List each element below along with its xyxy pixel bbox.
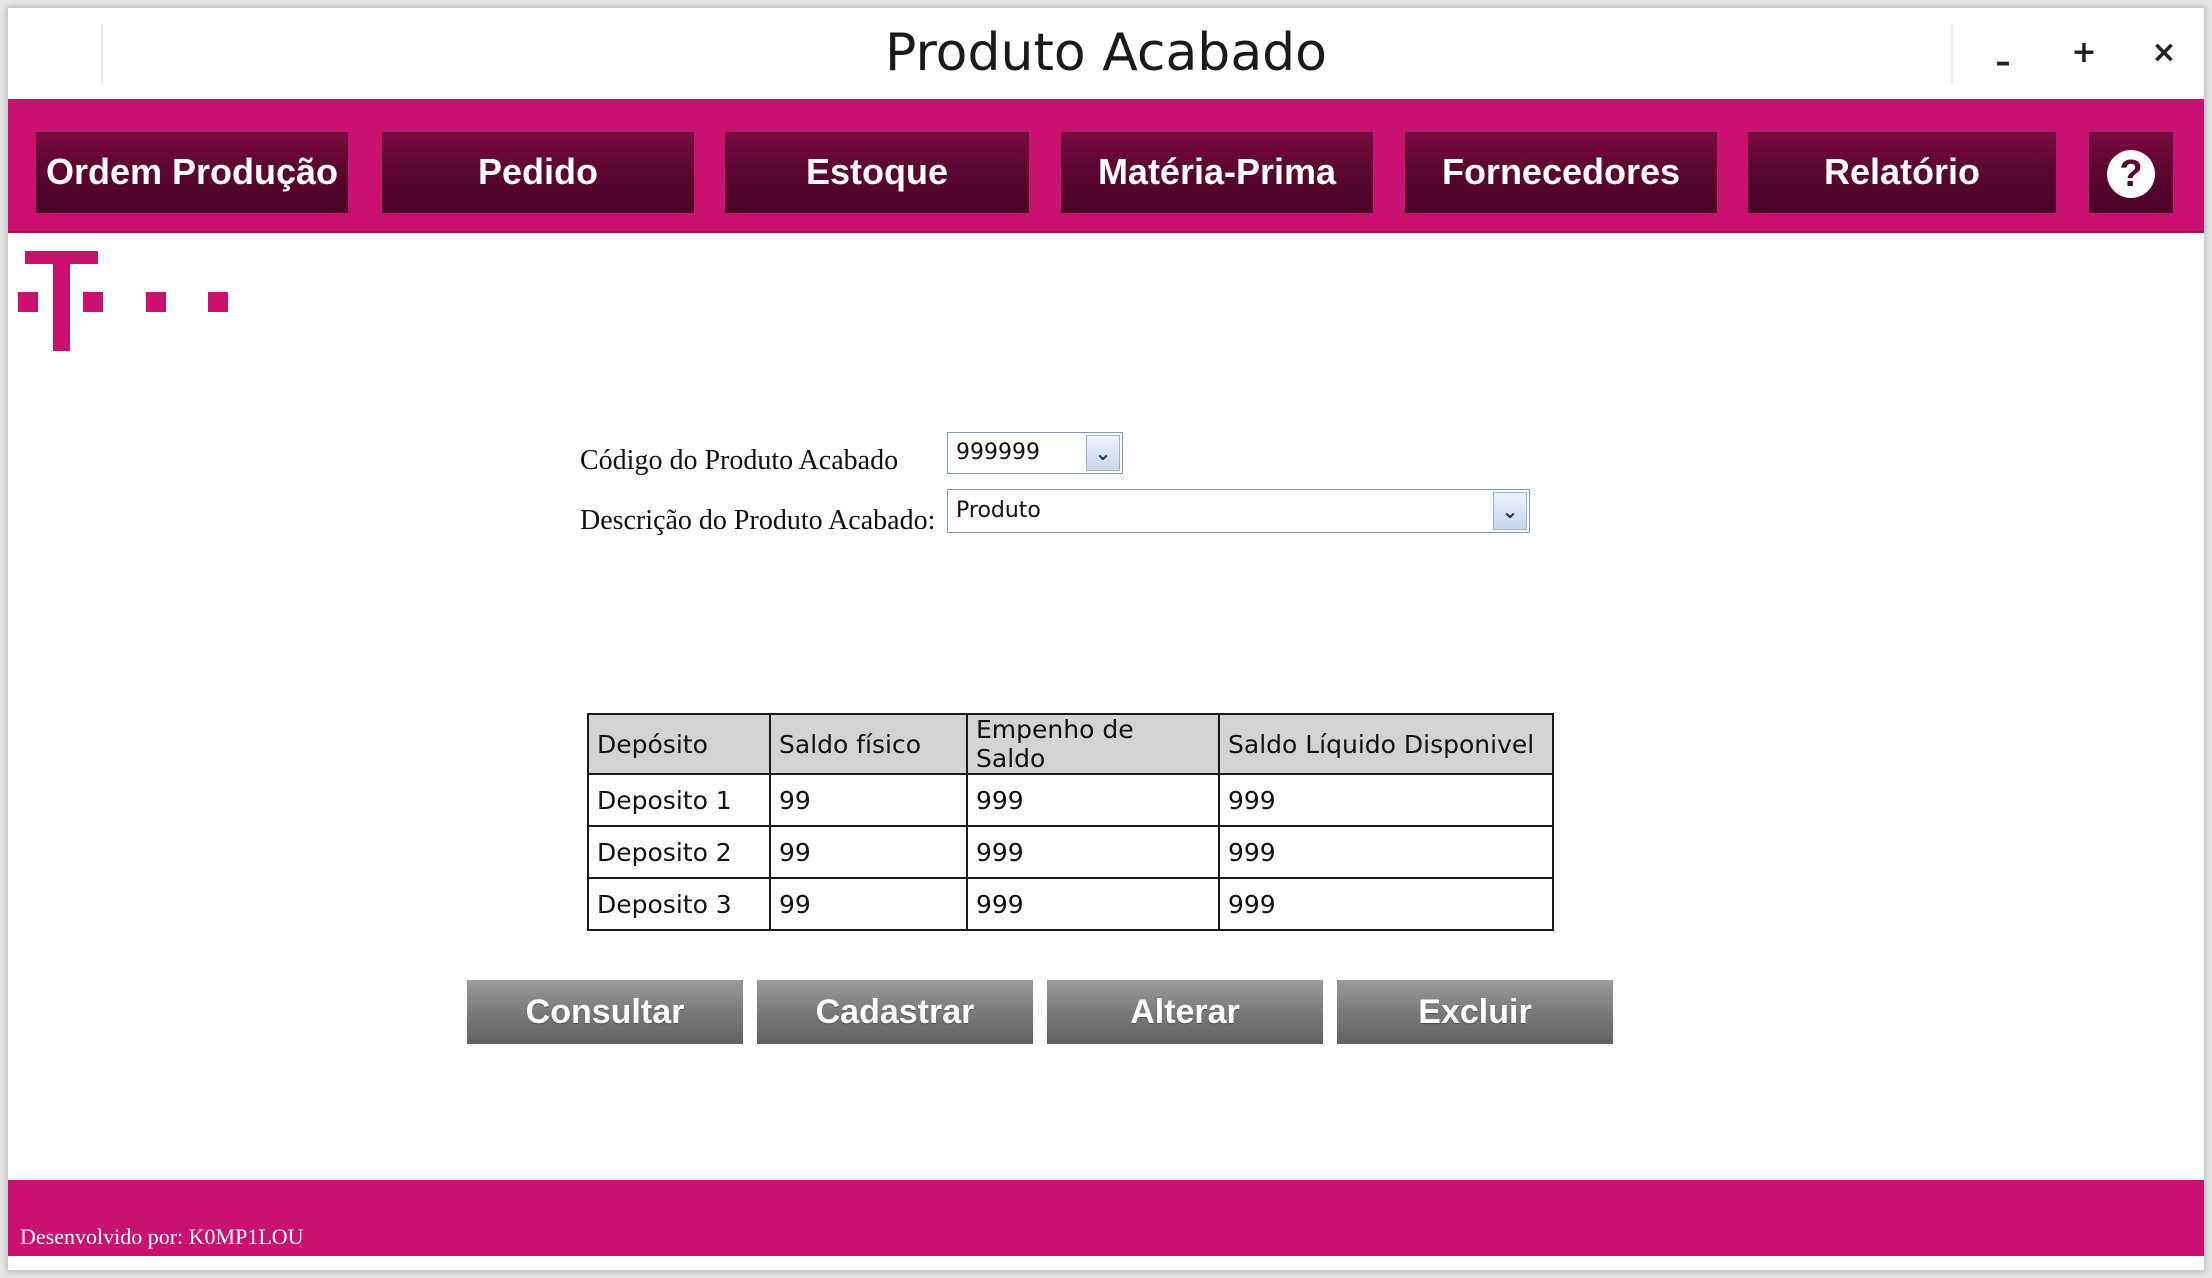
help-button[interactable]: ? (2089, 131, 2173, 213)
logo-dot (83, 292, 103, 312)
footer-bar: Desenvolvido por: K0MP1LOU (8, 1180, 2204, 1256)
title-bar: Produto Acabado – + × (8, 8, 2204, 100)
column-header-saldo-liquido: Saldo Líquido Disponivel (1218, 713, 1554, 775)
menu-ordem-producao[interactable]: Ordem Produção (36, 131, 348, 213)
stock-table: Depósito Saldo físico Empenho de Saldo S… (587, 713, 1554, 931)
table-cell: 999 (966, 773, 1220, 827)
table-row[interactable]: Deposito 1 99 999 999 (587, 773, 1554, 827)
column-header-empenho: Empenho de Saldo (966, 713, 1220, 775)
descricao-produto-dropdown[interactable]: Produto ⌄ (947, 489, 1530, 533)
consultar-button[interactable]: Consultar (467, 980, 743, 1044)
table-cell: 999 (1218, 877, 1554, 931)
app-window: Produto Acabado – + × Ordem Produção Ped… (7, 7, 2205, 1271)
menu-fornecedores[interactable]: Fornecedores (1405, 131, 1717, 213)
codigo-produto-dropdown[interactable]: 999999 ⌄ (947, 432, 1123, 474)
table-cell: 99 (769, 877, 968, 931)
minimize-button[interactable]: – (1975, 38, 2031, 88)
footer-credit: Desenvolvido por: K0MP1LOU (20, 1224, 304, 1249)
close-button[interactable]: × (2136, 28, 2192, 78)
table-cell: 99 (769, 825, 968, 879)
table-cell: 999 (966, 877, 1220, 931)
chevron-down-icon: ⌄ (1086, 435, 1120, 471)
window-title: Produto Acabado (885, 23, 1327, 83)
logo-dot (146, 292, 166, 312)
title-bar-separator (1951, 24, 1953, 84)
menu-relatorio[interactable]: Relatório (1748, 131, 2056, 213)
codigo-label: Código do Produto Acabado (580, 445, 899, 476)
table-cell: 99 (769, 773, 968, 827)
descricao-produto-value: Produto (956, 498, 1041, 523)
table-cell: 999 (1218, 825, 1554, 879)
logo-dot (18, 292, 38, 312)
column-header-deposito: Depósito (587, 713, 771, 775)
main-menu-bar: Ordem Produção Pedido Estoque Matéria-Pr… (8, 99, 2204, 233)
table-row[interactable]: Deposito 2 99 999 999 (587, 825, 1554, 879)
menu-estoque[interactable]: Estoque (725, 131, 1029, 213)
menu-pedido[interactable]: Pedido (382, 131, 694, 213)
table-cell: Deposito 3 (587, 877, 771, 931)
table-cell: 999 (966, 825, 1220, 879)
table-cell: Deposito 1 (587, 773, 771, 827)
column-header-saldo-fisico: Saldo físico (769, 713, 968, 775)
logo-dot (208, 292, 228, 312)
table-row[interactable]: Deposito 3 99 999 999 (587, 877, 1554, 931)
cadastrar-button[interactable]: Cadastrar (757, 980, 1033, 1044)
logo-t-bar (25, 251, 98, 264)
chevron-down-icon: ⌄ (1493, 492, 1527, 530)
table-header-row: Depósito Saldo físico Empenho de Saldo S… (587, 713, 1554, 775)
descricao-label: Descrição do Produto Acabado: (580, 505, 936, 536)
excluir-button[interactable]: Excluir (1337, 980, 1613, 1044)
table-cell: Deposito 2 (587, 825, 771, 879)
table-cell: 999 (1218, 773, 1554, 827)
logo-t-stem (53, 251, 70, 351)
maximize-button[interactable]: + (2056, 28, 2112, 78)
alterar-button[interactable]: Alterar (1047, 980, 1323, 1044)
codigo-produto-value: 999999 (956, 440, 1040, 465)
help-icon: ? (2107, 150, 2155, 199)
menu-materia-prima[interactable]: Matéria-Prima (1061, 131, 1373, 213)
